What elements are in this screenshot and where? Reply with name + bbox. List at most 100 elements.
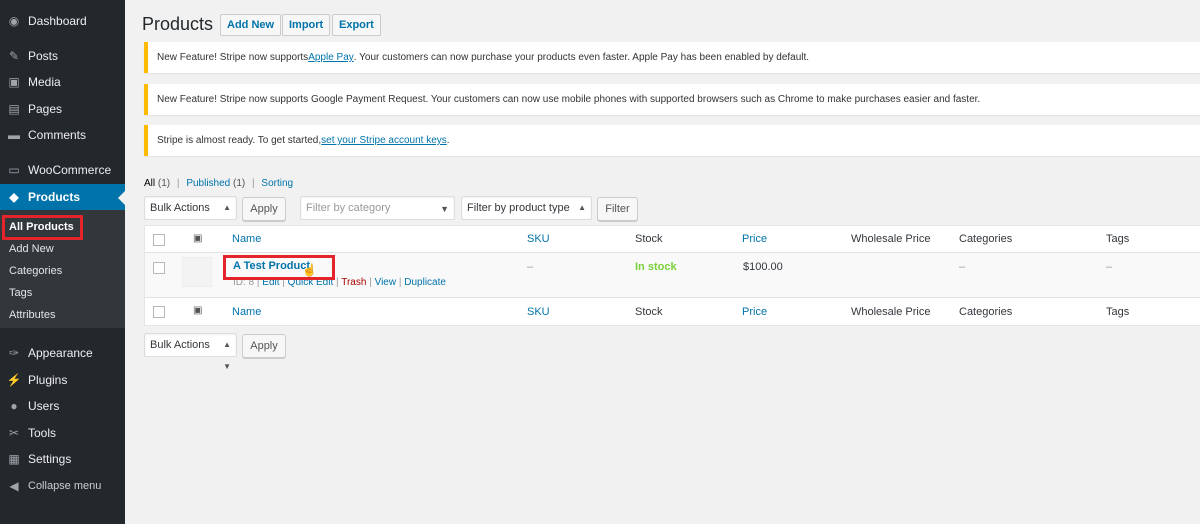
column-categories: Categories — [959, 233, 1013, 245]
sku-value: – — [527, 261, 534, 273]
menu-comments[interactable]: ▬ Comments — [0, 122, 125, 148]
select-all-checkbox[interactable] — [153, 234, 165, 246]
select-all-checkbox-footer[interactable] — [153, 306, 165, 318]
page-title: Products — [142, 14, 214, 34]
menu-label: Products — [28, 190, 81, 204]
submenu-attributes[interactable]: Attributes — [9, 309, 55, 321]
menu-woocommerce[interactable]: ▭ WooCommerce — [0, 157, 125, 183]
view-published-count: (1) — [233, 178, 246, 189]
notice-stripe-setup: Stripe is almost ready. To get started, … — [144, 125, 1200, 156]
collapse-icon: ◀ — [9, 479, 19, 493]
submenu-all-products[interactable]: All Products — [9, 221, 74, 233]
view-link[interactable]: View — [375, 277, 397, 288]
hand-cursor-icon: ☝ — [302, 263, 317, 277]
menu-tools[interactable]: ✂ Tools — [0, 420, 125, 446]
menu-plugins[interactable]: ⚡ Plugins — [0, 367, 125, 393]
menu-label: Plugins — [28, 373, 68, 387]
table-row: A Test Product ☝ ID: 8 | Edit | Quick Ed… — [145, 253, 1200, 298]
submenu-add-new[interactable]: Add New — [9, 243, 54, 255]
submenu-categories[interactable]: Categories — [9, 265, 62, 277]
image-column-icon: ▣ — [193, 305, 203, 316]
admin-sidebar: ◉ Dashboard ✎ Posts ▣ Media ▤ Pages ▬ Co… — [0, 0, 125, 524]
menu-label: Media — [28, 75, 61, 89]
view-all-count: (1) — [157, 178, 171, 189]
woocommerce-icon: ▭ — [8, 163, 20, 177]
menu-label: Posts — [28, 49, 59, 63]
notice-text: . — [446, 135, 450, 146]
view-filters: All (1) | Published (1) | Sorting — [144, 178, 293, 189]
pages-icon: ▤ — [8, 102, 20, 116]
product-name-link[interactable]: A Test Product — [233, 260, 310, 272]
menu-media[interactable]: ▣ Media — [0, 69, 125, 95]
column-sku[interactable]: SKU — [527, 233, 550, 245]
products-table: ▣ Name SKU Stock Price Wholesale Price C… — [144, 225, 1200, 326]
menu-label: Comments — [28, 128, 87, 142]
menu-products[interactable]: ◆ Products — [0, 184, 125, 210]
image-column-icon: ▣ — [193, 233, 203, 244]
export-button[interactable]: Export — [332, 14, 381, 36]
notice-text: Stripe is almost ready. To get started, — [157, 135, 322, 146]
edit-link[interactable]: Edit — [262, 277, 279, 288]
menu-label: WooCommerce — [28, 163, 112, 177]
column-stock: Stock — [635, 233, 663, 245]
menu-collapse[interactable]: ◀ Collapse menu — [0, 473, 125, 499]
column-tags: Tags — [1106, 306, 1130, 318]
apply-button[interactable]: Apply — [242, 197, 286, 221]
product-type-select[interactable]: Filter by product type ▲▼ — [461, 196, 592, 234]
view-all[interactable]: All — [144, 178, 155, 189]
wrench-icon: ✂ — [8, 426, 20, 440]
duplicate-link[interactable]: Duplicate — [404, 277, 446, 288]
select-value: Filter by product type — [467, 202, 570, 214]
separator: | — [252, 178, 255, 189]
apple-pay-link[interactable]: Apple Pay — [308, 52, 354, 63]
price-value: $100.00 — [743, 261, 783, 273]
category-filter-select[interactable]: Filter by category ▼ — [300, 196, 455, 220]
stripe-keys-link[interactable]: set your Stripe account keys — [321, 135, 447, 146]
column-wholesale-price: Wholesale Price — [851, 306, 931, 318]
products-submenu: All Products Add New Categories Tags Att… — [0, 210, 125, 328]
notice-google-payment: New Feature! Stripe now supports Google … — [144, 84, 1200, 115]
quick-edit-link[interactable]: Quick Edit — [288, 277, 334, 288]
menu-settings[interactable]: ▦ Settings — [0, 446, 125, 472]
notice-text: . Your customers can now purchase your p… — [353, 52, 810, 63]
menu-appearance[interactable]: ✑ Appearance — [0, 340, 125, 366]
product-thumbnail[interactable] — [182, 257, 212, 287]
column-name[interactable]: Name — [232, 306, 261, 318]
filter-button[interactable]: Filter — [597, 197, 638, 221]
media-icon: ▣ — [8, 75, 20, 89]
menu-pages[interactable]: ▤ Pages — [0, 96, 125, 122]
pin-icon: ✎ — [8, 49, 20, 63]
updown-icon: ▲▼ — [223, 340, 231, 371]
view-published[interactable]: Published — [186, 178, 230, 189]
trash-link[interactable]: Trash — [341, 277, 366, 288]
menu-label: Collapse menu — [28, 480, 102, 492]
menu-label: Pages — [28, 102, 63, 116]
column-price[interactable]: Price — [742, 306, 767, 318]
submenu-tags[interactable]: Tags — [9, 287, 32, 299]
apply-button-bottom[interactable]: Apply — [242, 334, 286, 358]
bulk-actions-select[interactable]: Bulk Actions ▲▼ — [144, 196, 237, 234]
menu-dashboard[interactable]: ◉ Dashboard — [0, 8, 125, 34]
column-price[interactable]: Price — [742, 233, 767, 245]
user-icon: ● — [10, 399, 18, 413]
view-sorting[interactable]: Sorting — [261, 178, 293, 189]
bulk-actions-select-bottom[interactable]: Bulk Actions ▲ ▼ — [144, 333, 237, 371]
menu-label: Tools — [28, 426, 57, 440]
active-menu-arrow — [118, 191, 125, 205]
menu-users[interactable]: ● Users — [0, 393, 125, 419]
column-name[interactable]: Name — [232, 233, 261, 245]
settings-icon: ▦ — [8, 452, 20, 466]
row-checkbox[interactable] — [153, 262, 165, 274]
product-id: ID: 8 — [233, 277, 255, 288]
import-button[interactable]: Import — [282, 14, 331, 36]
column-wholesale-price: Wholesale Price — [851, 233, 931, 245]
menu-label: Dashboard — [28, 14, 87, 28]
add-new-button[interactable]: Add New — [220, 14, 282, 36]
menu-posts[interactable]: ✎ Posts — [0, 43, 125, 69]
select-placeholder: Filter by category — [306, 202, 391, 214]
menu-label: Users — [28, 399, 60, 413]
separator: | — [176, 178, 180, 189]
row-actions: ID: 8 | Edit | Quick Edit | Trash | View… — [233, 277, 446, 288]
comments-icon: ▬ — [8, 128, 20, 142]
column-sku[interactable]: SKU — [527, 306, 550, 318]
